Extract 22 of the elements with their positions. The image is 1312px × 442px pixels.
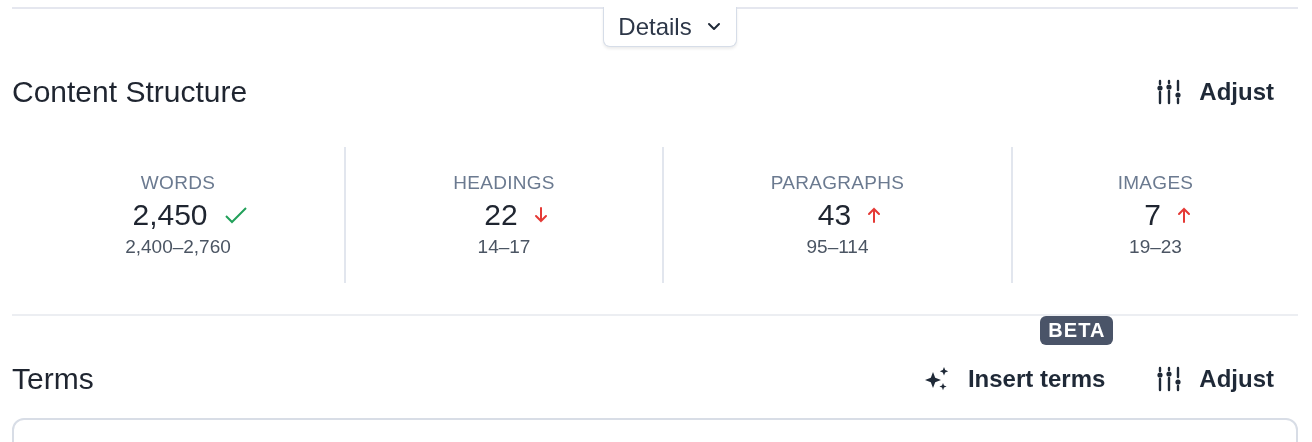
adjust-button[interactable]: Adjust bbox=[1155, 78, 1298, 106]
beta-badge: BETA bbox=[1040, 316, 1114, 345]
sliders-icon bbox=[1155, 78, 1184, 106]
metric-range: 2,400–2,760 bbox=[125, 236, 231, 258]
metric-range: 14–17 bbox=[477, 236, 531, 258]
metric-label: HEADINGS bbox=[453, 172, 555, 194]
insert-terms-button[interactable]: Insert terms bbox=[921, 364, 1106, 394]
section-title: Terms bbox=[12, 362, 94, 396]
metric-value: 22 bbox=[484, 198, 518, 232]
metric-value: 2,450 bbox=[132, 198, 208, 232]
metric-label: IMAGES bbox=[1117, 172, 1194, 194]
metric-value: 7 bbox=[1144, 198, 1161, 232]
details-button[interactable]: Details bbox=[603, 7, 737, 47]
metric-value: 43 bbox=[817, 198, 852, 232]
metric-range: 19–23 bbox=[1129, 236, 1182, 258]
chevron-down-icon bbox=[705, 21, 722, 32]
metric-range: 95–114 bbox=[806, 236, 869, 258]
metric-label: WORDS bbox=[140, 172, 216, 194]
adjust-button[interactable]: Adjust bbox=[1155, 365, 1298, 393]
sliders-icon bbox=[1155, 365, 1184, 393]
metric-label: PARAGRAPHS bbox=[770, 172, 905, 194]
section-title: Content Structure bbox=[12, 75, 248, 109]
